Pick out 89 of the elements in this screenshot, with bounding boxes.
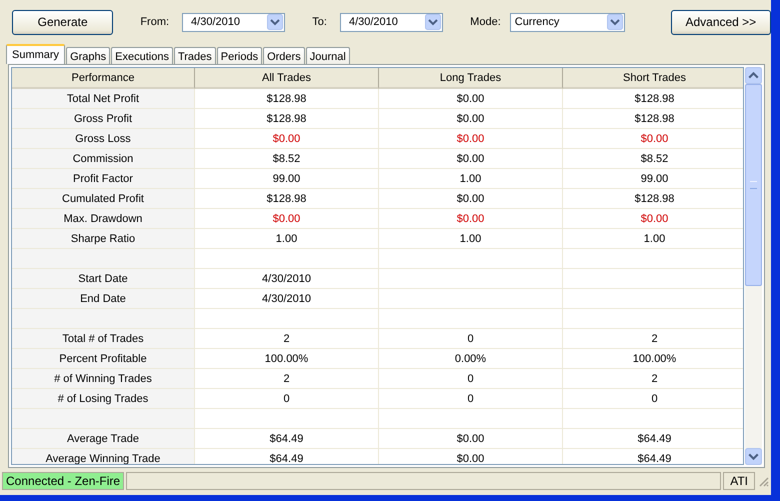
scroll-down-icon[interactable] bbox=[745, 448, 762, 465]
row-label: Total # of Trades bbox=[62, 332, 144, 344]
row-label: Total Net Profit bbox=[66, 92, 140, 104]
table-cell: 4/30/2010 bbox=[262, 272, 311, 284]
table-cell: $0.00 bbox=[272, 212, 300, 224]
table-cell: 1.00 bbox=[460, 232, 482, 244]
mode-label: Mode: bbox=[470, 16, 501, 28]
row-label: Average Trade bbox=[67, 432, 139, 444]
resize-grip-icon[interactable] bbox=[757, 475, 769, 487]
table-cell: 1.00 bbox=[276, 232, 298, 244]
row-label: Gross Loss bbox=[75, 132, 131, 144]
table-cell: $0.00 bbox=[456, 432, 484, 444]
table-cell: 0.00% bbox=[454, 352, 486, 364]
row-label: Start Date bbox=[78, 272, 128, 284]
table-cell: 99.00 bbox=[640, 172, 668, 184]
table-cell: $8.52 bbox=[272, 152, 300, 164]
table-cell: 0 bbox=[467, 372, 474, 384]
tab[interactable]: Trades bbox=[174, 47, 216, 64]
column-header[interactable]: All Trades bbox=[195, 68, 379, 89]
table-cell: $128.98 bbox=[634, 92, 674, 104]
table-cell: 0 bbox=[283, 392, 290, 404]
row-label: Average Winning Trade bbox=[46, 452, 160, 464]
table-cell: $64.49 bbox=[270, 432, 304, 444]
column-header[interactable]: Short Trades bbox=[563, 68, 743, 89]
table-cell: $128.98 bbox=[266, 192, 306, 204]
dropdown-icon bbox=[267, 14, 284, 30]
table-cell: $128.98 bbox=[266, 92, 306, 104]
table-cell: $8.52 bbox=[640, 152, 668, 164]
table-cell: $0.00 bbox=[456, 92, 484, 104]
table-cell: $128.98 bbox=[634, 192, 674, 204]
row-label: Profit Factor bbox=[73, 172, 133, 184]
dropdown-icon bbox=[425, 14, 442, 30]
tab[interactable]: Graphs bbox=[66, 47, 110, 64]
table-cell: $0.00 bbox=[272, 132, 300, 144]
row-label: Cumulated Profit bbox=[62, 192, 144, 204]
table-cell: $0.00 bbox=[456, 452, 484, 464]
table-cell: $128.98 bbox=[634, 112, 674, 124]
table-cell: $64.49 bbox=[270, 452, 304, 464]
tab[interactable]: Summary bbox=[6, 44, 66, 64]
scroll-up-icon[interactable] bbox=[745, 67, 762, 84]
row-label: Percent Profitable bbox=[59, 352, 147, 364]
table-cell: $64.49 bbox=[638, 452, 672, 464]
table-cell: 0 bbox=[651, 392, 658, 404]
table-cell: $64.49 bbox=[638, 432, 672, 444]
from-label: From: bbox=[140, 16, 170, 28]
table-cell: 0 bbox=[467, 392, 474, 404]
row-label: Max. Drawdown bbox=[64, 212, 142, 224]
table-cell: 100.00% bbox=[264, 352, 308, 364]
row-label: # of Winning Trades bbox=[54, 372, 152, 384]
table-cell: 99.00 bbox=[272, 172, 300, 184]
column-header[interactable]: Performance bbox=[12, 68, 195, 89]
table-cell: $128.98 bbox=[266, 112, 306, 124]
row-label: # of Losing Trades bbox=[58, 392, 148, 404]
tab[interactable]: Periods bbox=[216, 47, 262, 64]
table-cell: $0.00 bbox=[640, 132, 668, 144]
table-cell: $0.00 bbox=[456, 132, 484, 144]
table-cell: 100.00% bbox=[632, 352, 676, 364]
scroll-thumb[interactable] bbox=[745, 84, 762, 286]
row-label: Sharpe Ratio bbox=[70, 232, 136, 244]
tab[interactable]: Executions bbox=[111, 47, 173, 64]
table-cell: $0.00 bbox=[456, 152, 484, 164]
row-label: Commission bbox=[72, 152, 134, 164]
row-label: Gross Profit bbox=[74, 112, 132, 124]
table-cell: $0.00 bbox=[456, 212, 484, 224]
column-header[interactable]: Long Trades bbox=[379, 68, 563, 89]
tab[interactable]: Orders bbox=[263, 47, 305, 64]
table-cell: 2 bbox=[283, 372, 290, 384]
advanced-button[interactable]: Advanced >> bbox=[670, 10, 771, 34]
table-cell: 2 bbox=[651, 372, 658, 384]
table-cell: $0.00 bbox=[456, 192, 484, 204]
connection-status: Connected - Zen-Fire bbox=[2, 472, 124, 490]
status-text: ATI bbox=[723, 472, 755, 490]
table-cell: $0.00 bbox=[456, 112, 484, 124]
row-label: End Date bbox=[80, 292, 126, 304]
table-cell: 0 bbox=[467, 332, 474, 344]
tab[interactable]: Journal bbox=[306, 47, 350, 64]
table-cell: 2 bbox=[283, 332, 290, 344]
to-label: To: bbox=[312, 16, 327, 28]
table-cell: 1.00 bbox=[460, 172, 482, 184]
table-cell: $0.00 bbox=[640, 212, 668, 224]
table-cell: 4/30/2010 bbox=[262, 292, 311, 304]
from-date-field[interactable]: 4/30/2010 bbox=[182, 12, 286, 32]
table-cell: 1.00 bbox=[644, 232, 666, 244]
dropdown-icon bbox=[606, 14, 623, 30]
to-date-field[interactable]: 4/30/2010 bbox=[340, 12, 444, 32]
table-cell: 2 bbox=[651, 332, 658, 344]
scrollbar[interactable] bbox=[745, 67, 762, 465]
mode-dropdown[interactable]: Currency bbox=[510, 12, 625, 32]
generate-button[interactable]: Generate bbox=[12, 10, 114, 34]
